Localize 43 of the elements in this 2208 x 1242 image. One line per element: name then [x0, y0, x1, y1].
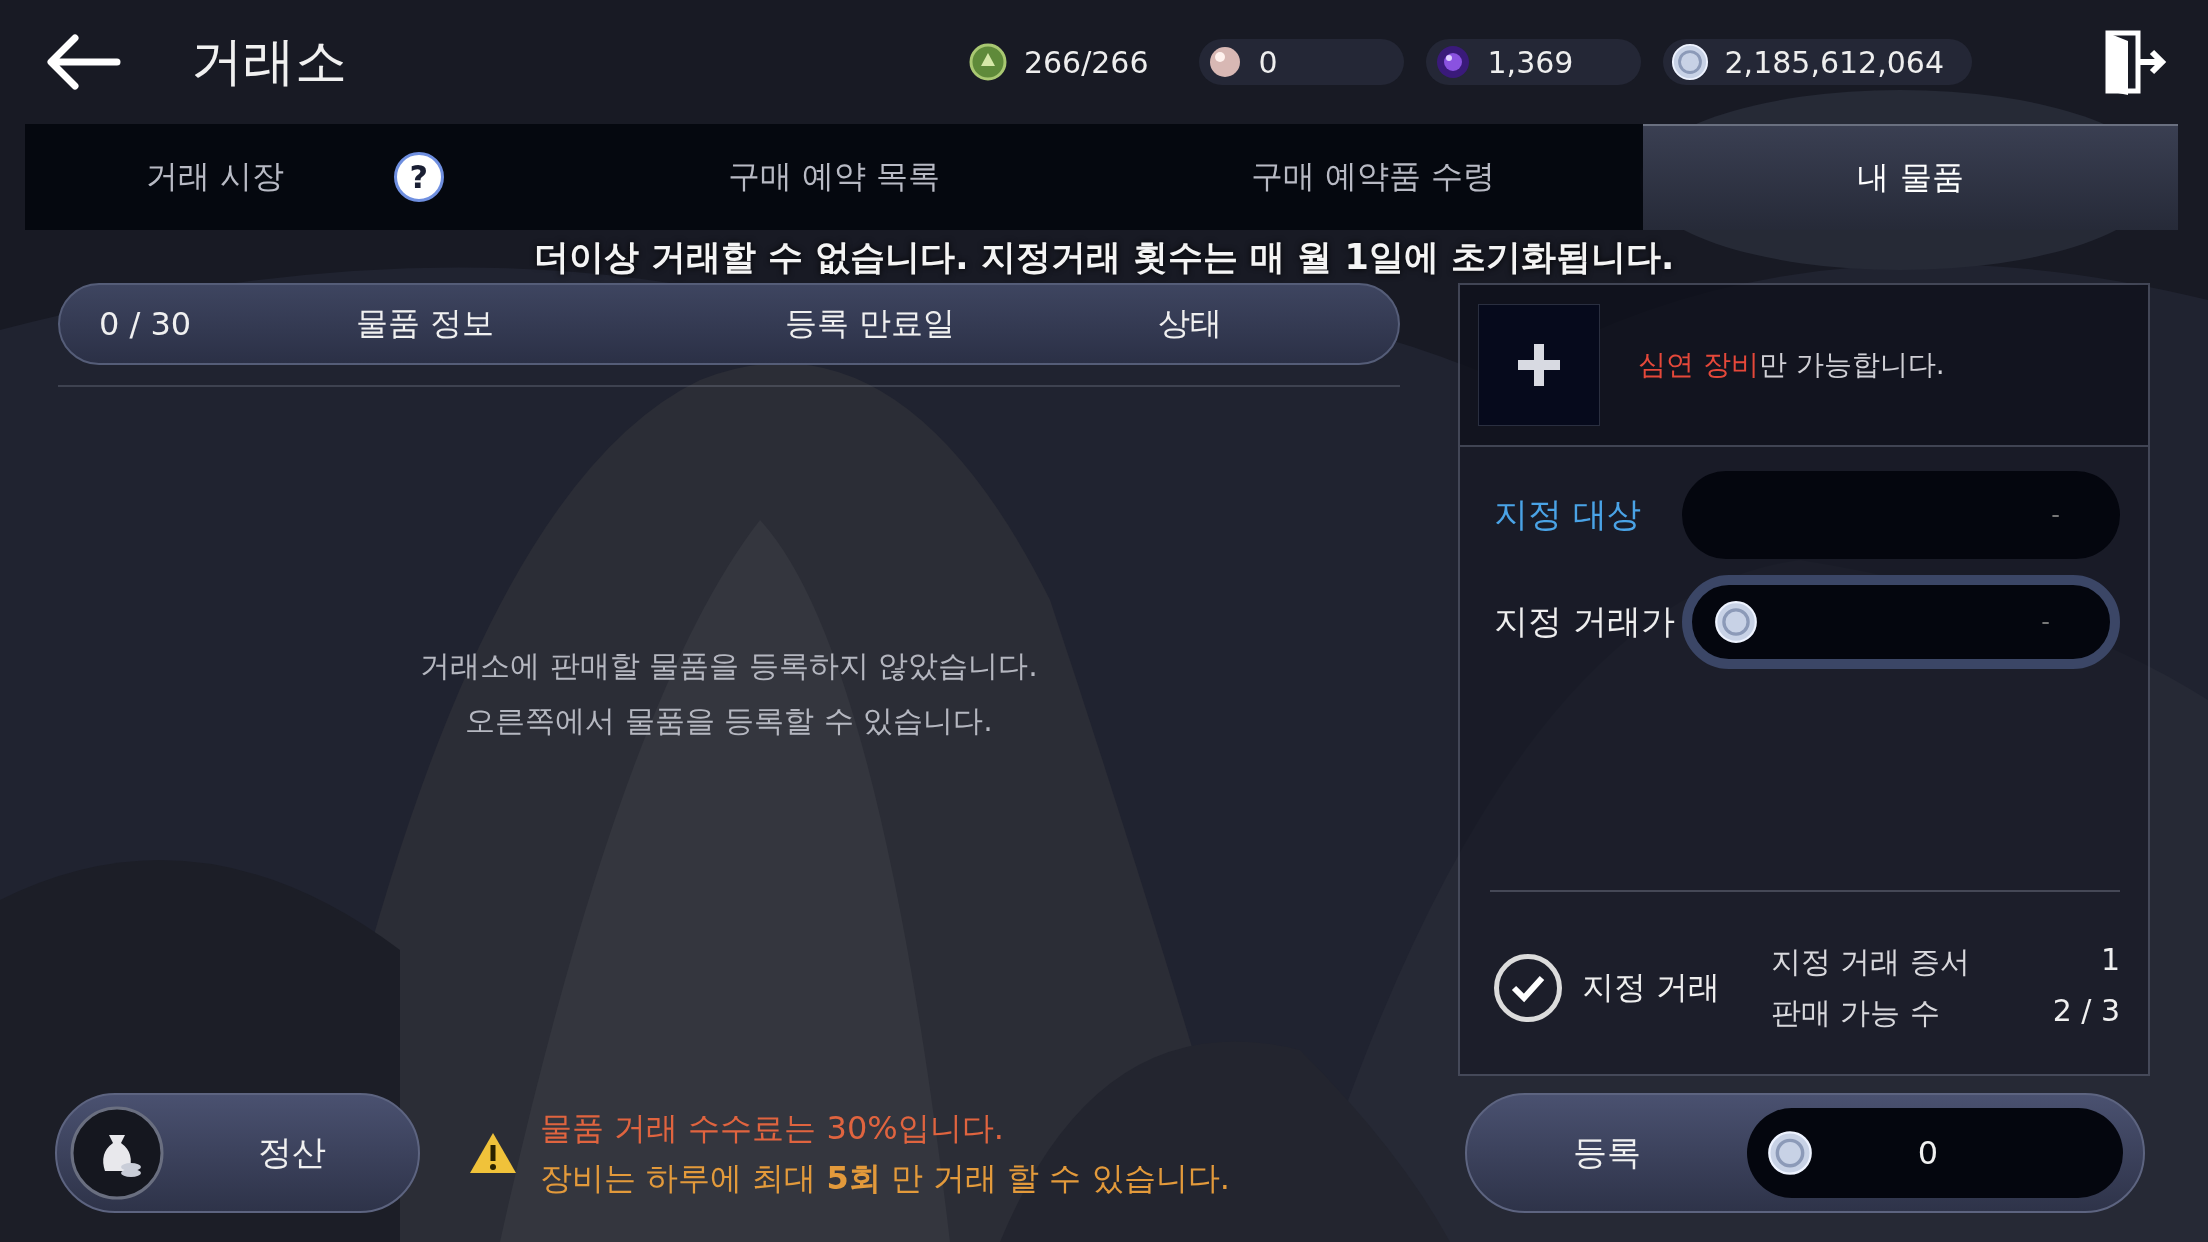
field-label: 지정 거래가 — [1494, 600, 1675, 643]
currency-amount: 266/266 — [1023, 44, 1149, 80]
emblem-icon — [967, 42, 1008, 82]
stat-label: 지정 거래 증서 — [1770, 943, 1970, 981]
checkbox[interactable] — [1494, 954, 1562, 1022]
register-button[interactable]: 등록 0 — [1465, 1093, 2145, 1213]
stat-label: 판매 가능 수 — [1770, 994, 1941, 1032]
column-header: 등록 만료일 — [783, 303, 957, 344]
screen-title: 거래소 — [191, 30, 347, 93]
coin-icon — [1714, 600, 1758, 644]
input-field[interactable]: - — [1682, 471, 2120, 559]
tab[interactable]: 내 물품 — [1643, 124, 2178, 230]
tab[interactable]: 구매 예약품 수령 — [1103, 124, 1643, 230]
item-count: 0 / 30 — [97, 305, 193, 343]
field-label: 지정 대상 — [1494, 493, 1641, 536]
plus-icon — [1516, 342, 1562, 388]
empty-message: 거래소에 판매할 물품을 등록하지 않았습니다. — [420, 647, 1038, 685]
stat-value: 1 — [2099, 942, 2120, 979]
tab[interactable]: 구매 예약 목록 — [564, 124, 1104, 230]
warning-icon — [468, 1131, 518, 1175]
coin-icon — [1670, 43, 1709, 81]
money-bag-icon — [69, 1105, 165, 1201]
stat-value: 2 / 3 — [2051, 993, 2120, 1030]
checkbox-label: 지정 거래 — [1582, 967, 1721, 1008]
warning-text: 물품 거래 수수료는 30%입니다. — [540, 1108, 1005, 1149]
help-icon[interactable]: ? — [393, 152, 444, 202]
currency-amount: 2,185,612,064 — [1724, 44, 1944, 80]
back-arrow-icon[interactable] — [45, 34, 121, 90]
input-field[interactable]: - — [1682, 575, 2120, 669]
currency-amount: 1,369 — [1487, 44, 1574, 80]
check-icon — [1510, 973, 1546, 1003]
item-slot[interactable] — [1478, 304, 1600, 426]
slot-hint: 심연 장비 만 가능합니다. — [1638, 347, 1945, 383]
column-header: 물품 정보 — [354, 303, 496, 344]
column-header: 상태 — [1157, 303, 1223, 344]
empty-message: 오른쪽에서 물품을 등록할 수 있습니다. — [465, 702, 993, 740]
currency-amount: 0 — [1258, 44, 1278, 80]
coin-icon — [1767, 1130, 1813, 1176]
tab[interactable]: 거래 시장 ? — [25, 124, 565, 230]
notice-message: 더이상 거래할 수 없습니다. 지정거래 횟수는 매 월 1일에 초기화됩니다. — [533, 236, 1675, 279]
warning-text: 장비는 하루에 최대 5회 만 거래 할 수 있습니다. — [540, 1158, 1230, 1199]
settle-button[interactable]: 정산 — [55, 1093, 420, 1213]
price-display: 0 — [1747, 1108, 2123, 1198]
